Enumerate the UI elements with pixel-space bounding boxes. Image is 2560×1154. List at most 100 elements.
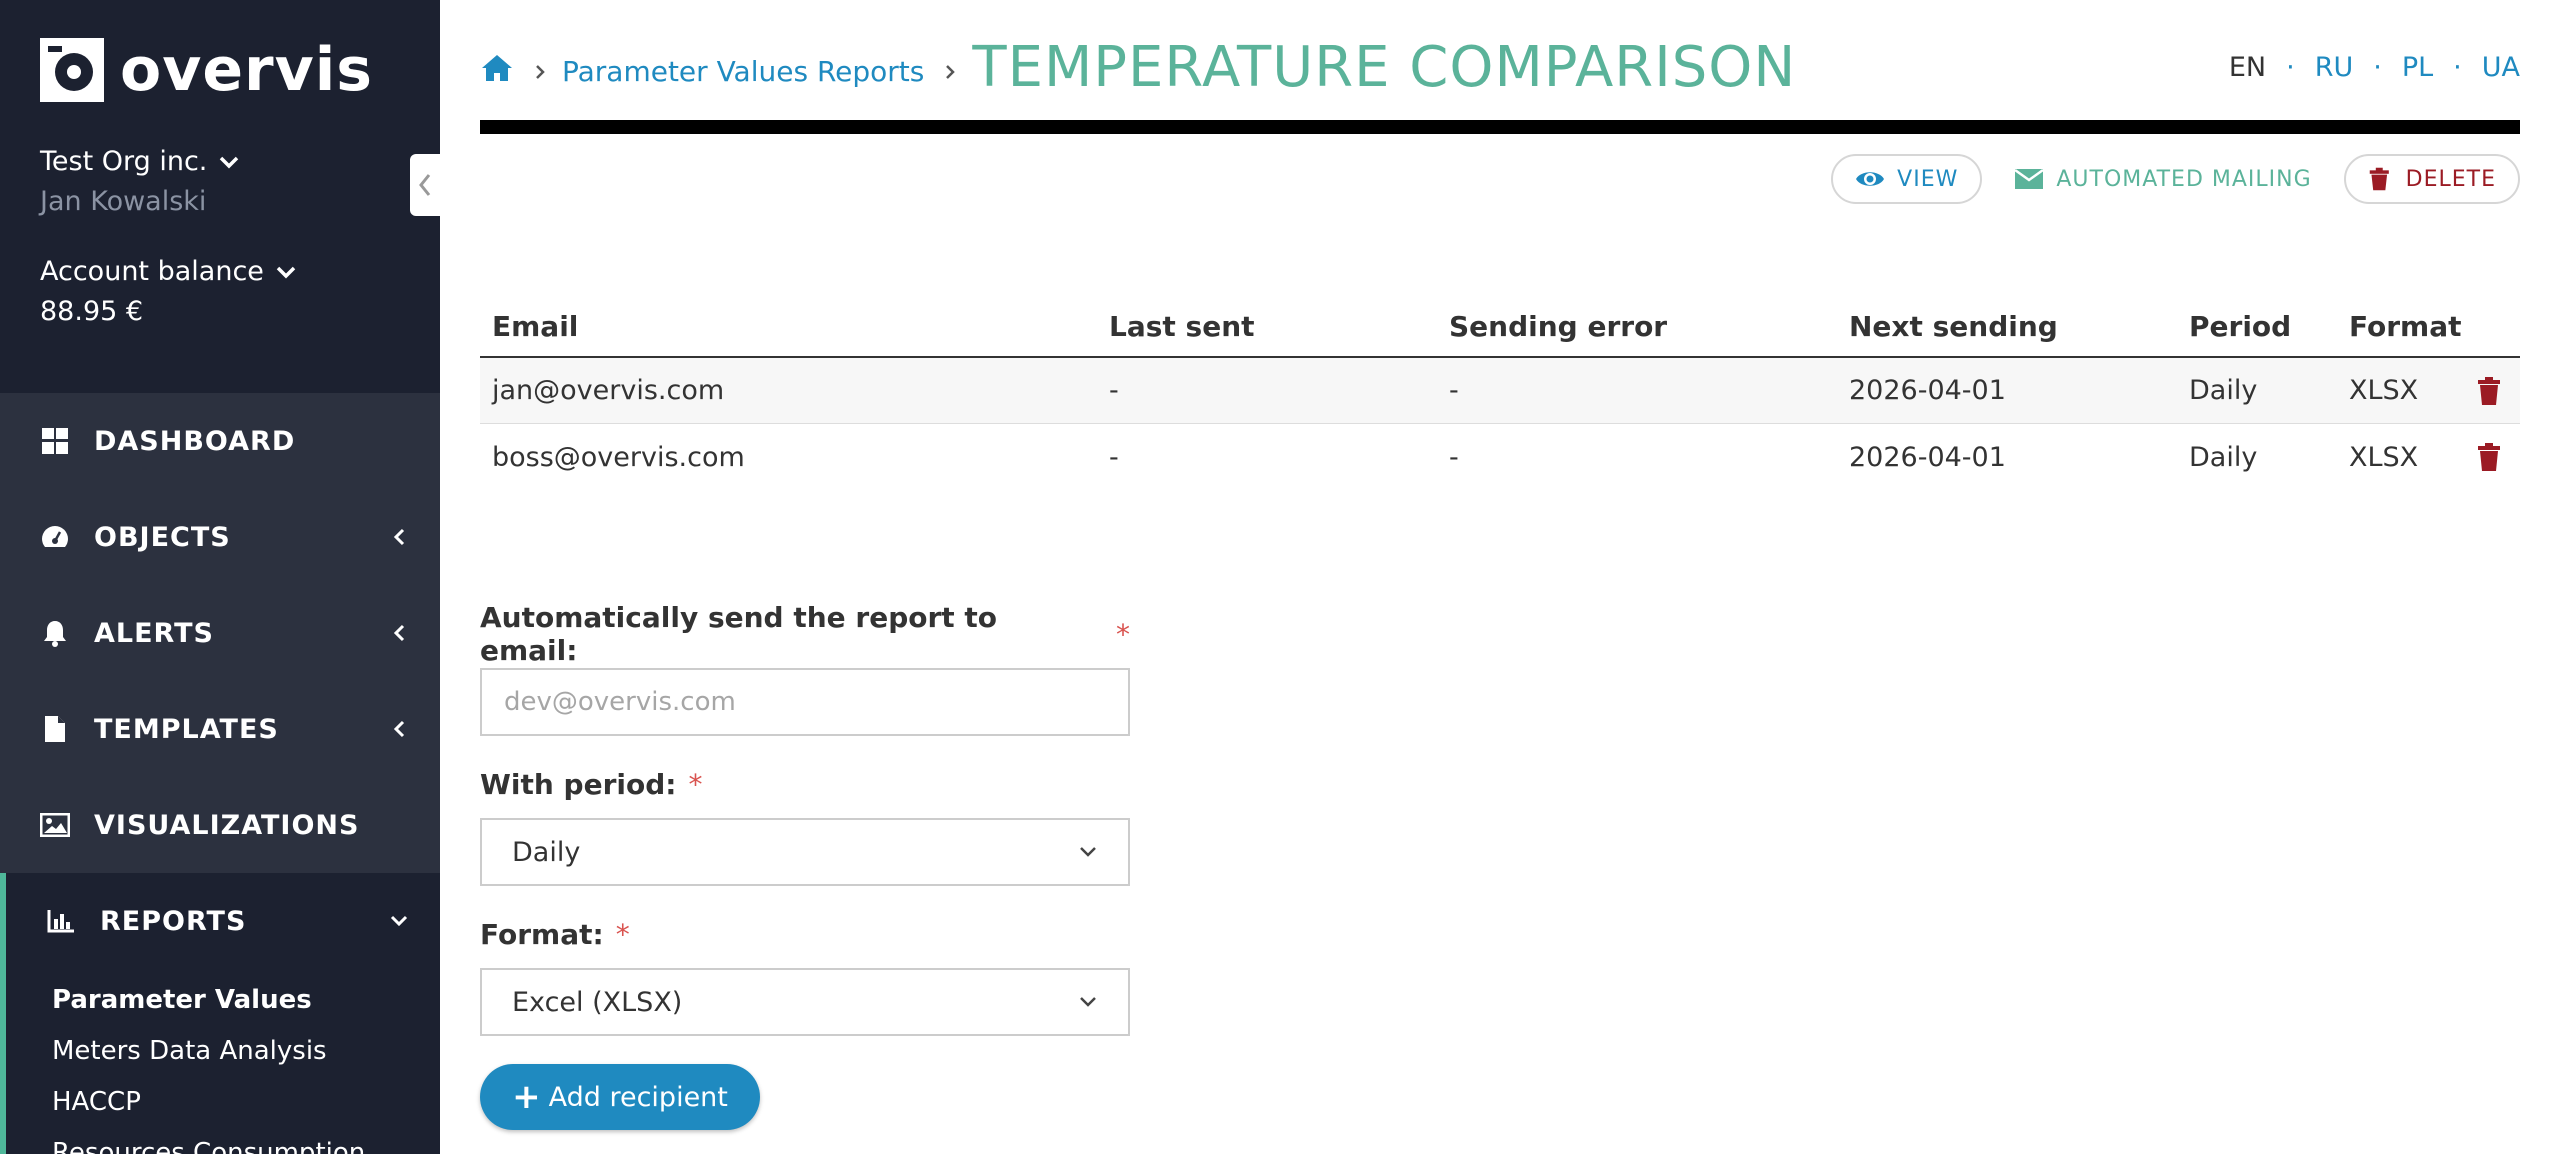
column-header-format: Format <box>2349 309 2462 343</box>
logo[interactable]: overvis <box>40 38 373 102</box>
lang-ua[interactable]: UA <box>2482 52 2520 83</box>
cell-format: XLSX <box>2349 441 2419 473</box>
table-header: Email Last sent Sending error Next sendi… <box>480 296 2520 358</box>
add-recipient-form: Automatically send the report to email: … <box>480 601 1130 1130</box>
org-switcher[interactable]: Test Org inc. <box>40 146 241 177</box>
recipients-table: Email Last sent Sending error Next sendi… <box>480 296 2520 490</box>
plus-icon: + <box>512 1077 541 1117</box>
nav-label: OBJECTS <box>94 521 231 553</box>
chevron-down-icon <box>1080 997 1096 1007</box>
lang-separator: · <box>2286 52 2295 83</box>
sidebar: overvis Test Org inc. Jan Kowalski Accou… <box>0 0 440 1154</box>
eye-icon <box>1856 172 1885 186</box>
column-header-next-sending: Next sending <box>1849 309 2058 343</box>
file-icon <box>40 714 70 744</box>
lang-pl[interactable]: PL <box>2402 52 2433 83</box>
chevron-left-icon <box>393 528 405 546</box>
chevron-down-icon <box>220 156 239 168</box>
remove-recipient-button[interactable] <box>2457 376 2520 405</box>
bar-chart-icon <box>46 906 76 936</box>
bell-icon <box>40 618 70 648</box>
chevron-left-icon <box>393 624 405 642</box>
page-title: TEMPERATURE COMPARISON <box>972 35 1797 100</box>
dashboard-icon <box>40 426 70 456</box>
nav-label: REPORTS <box>100 905 247 937</box>
breadcrumb: Parameter Values Reports TEMPERATURE COM… <box>480 38 1796 98</box>
delete-button-label: DELETE <box>2405 166 2496 192</box>
chevron-down-icon <box>276 266 296 278</box>
cell-next-sending: 2026-04-01 <box>1849 375 2006 406</box>
nav-alerts[interactable]: ALERTS <box>0 585 440 681</box>
format-select-value: Excel (XLSX) <box>512 986 683 1018</box>
report-actions: VIEW AUTOMATED MAILING DELETE <box>1831 154 2520 204</box>
add-recipient-button[interactable]: + Add recipient <box>480 1064 760 1130</box>
page-header: Parameter Values Reports TEMPERATURE COM… <box>480 30 2520 120</box>
column-header-email: Email <box>492 309 579 343</box>
automated-mailing-link[interactable]: AUTOMATED MAILING <box>2014 166 2311 192</box>
org-name: Test Org inc. <box>40 146 208 177</box>
period-select[interactable]: Daily <box>480 818 1130 886</box>
required-mark: * <box>615 917 630 951</box>
lang-ru[interactable]: RU <box>2315 52 2354 83</box>
format-label-text: Format: <box>480 917 604 951</box>
period-field-label: With period: * <box>480 762 1130 806</box>
home-icon[interactable] <box>480 53 514 83</box>
cell-period: Daily <box>2189 441 2258 473</box>
trash-icon <box>2369 167 2389 191</box>
lang-separator: · <box>2373 52 2382 83</box>
sidebar-collapse-button[interactable] <box>410 154 440 216</box>
submenu-item-resources-consumption[interactable]: Resources Consumption <box>52 1128 440 1154</box>
cell-sending-error: - <box>1449 441 1459 473</box>
delete-button[interactable]: DELETE <box>2343 154 2520 204</box>
cell-next-sending: 2026-04-01 <box>1849 441 2006 473</box>
logo-icon <box>40 38 104 102</box>
table-row: jan@overvis.com - - 2026-04-01 Daily XLS… <box>480 358 2520 424</box>
submenu-item-parameter-values[interactable]: Parameter Values <box>52 975 440 1026</box>
nav-label: ALERTS <box>94 617 214 649</box>
column-header-sending-error: Sending error <box>1449 309 1668 343</box>
reports-submenu: Parameter Values Meters Data Analysis HA… <box>0 969 440 1154</box>
submenu-item-meters-data-analysis[interactable]: Meters Data Analysis <box>52 1026 440 1077</box>
title-divider <box>480 120 2520 134</box>
balance-value: 88.95 € <box>40 296 144 327</box>
format-field-label: Format: * <box>480 912 1130 956</box>
logo-text: overvis <box>120 35 374 105</box>
format-select[interactable]: Excel (XLSX) <box>480 968 1130 1036</box>
nav-objects[interactable]: OBJECTS <box>0 489 440 585</box>
cell-last-sent: - <box>1109 441 1119 473</box>
email-input[interactable] <box>480 668 1130 736</box>
email-field-label: Automatically send the report to email: … <box>480 601 1130 667</box>
nav-templates[interactable]: TEMPLATES <box>0 681 440 777</box>
view-button[interactable]: VIEW <box>1831 154 1983 204</box>
add-recipient-label: Add recipient <box>548 1081 728 1113</box>
nav-label: TEMPLATES <box>94 713 279 745</box>
table-row: boss@overvis.com - - 2026-04-01 Daily XL… <box>480 424 2520 490</box>
image-icon <box>40 810 70 840</box>
chevron-down-icon <box>1080 847 1096 857</box>
trash-icon <box>2477 376 2500 405</box>
automated-mailing-label: AUTOMATED MAILING <box>2056 166 2312 192</box>
chevron-down-icon <box>390 915 408 927</box>
trash-icon <box>2477 443 2500 471</box>
account-balance-toggle[interactable]: Account balance <box>40 256 298 287</box>
envelope-icon <box>2014 168 2045 189</box>
nav-reports[interactable]: REPORTS <box>0 873 440 969</box>
balance-label: Account balance <box>40 256 264 287</box>
gauge-icon <box>40 522 70 552</box>
nav-visualizations[interactable]: VISUALIZATIONS <box>0 777 440 873</box>
main-nav: DASHBOARD OBJECTS ALERTS TEMPLATES VISUA… <box>0 393 440 1154</box>
submenu-item-haccp[interactable]: HACCP <box>52 1077 440 1128</box>
nav-dashboard[interactable]: DASHBOARD <box>0 393 440 489</box>
cell-period: Daily <box>2189 375 2258 406</box>
column-header-period: Period <box>2189 309 2292 343</box>
period-select-value: Daily <box>512 836 581 868</box>
cell-sending-error: - <box>1449 375 1459 406</box>
cell-format: XLSX <box>2349 375 2419 406</box>
breadcrumb-link-parameter-values-reports[interactable]: Parameter Values Reports <box>562 55 924 88</box>
period-label-text: With period: <box>480 767 677 801</box>
lang-separator: · <box>2453 52 2462 83</box>
user-name: Jan Kowalski <box>40 186 207 217</box>
lang-en: EN <box>2228 52 2267 83</box>
email-label-text: Automatically send the report to email: <box>480 601 998 667</box>
remove-recipient-button[interactable] <box>2457 443 2520 471</box>
